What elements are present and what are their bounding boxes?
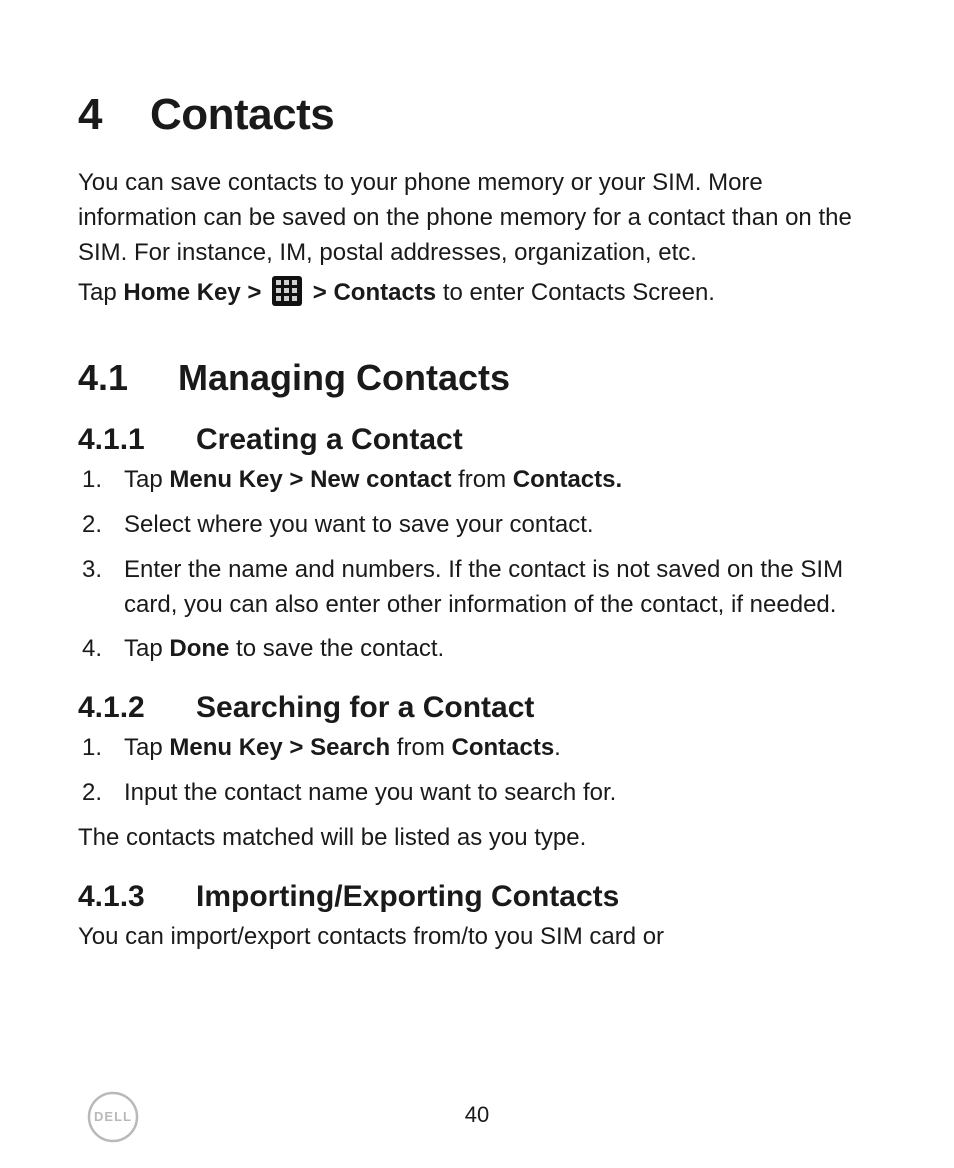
steps-4-1-2: Tap Menu Key > Search from Contacts. Inpu… xyxy=(78,731,876,811)
list-item: Tap Done to save the contact. xyxy=(78,632,876,667)
page-number: 40 xyxy=(0,1102,954,1128)
list-item: Enter the name and numbers. If the conta… xyxy=(78,553,876,623)
tap-mid: > xyxy=(306,279,333,306)
dell-logo-icon: DELL xyxy=(86,1090,140,1149)
text-run: Menu Key > Search xyxy=(169,734,390,761)
subsection-4-1-3-title: Importing/Exporting Contacts xyxy=(196,880,619,913)
subsection-4-1-2-number: 4.1.2 xyxy=(78,691,196,725)
svg-text:DELL: DELL xyxy=(94,1109,132,1124)
steps-4-1-1: Tap Menu Key > New contact from Contacts… xyxy=(78,463,876,667)
text-run: Contacts xyxy=(451,734,554,761)
home-key-label: Home Key > xyxy=(123,279,268,306)
section-4-1-number: 4.1 xyxy=(78,357,178,399)
list-item: Tap Menu Key > New contact from Contacts… xyxy=(78,463,876,498)
paragraph-4-1-3: You can import/export contacts from/to y… xyxy=(78,920,876,955)
list-item: Select where you want to save your conta… xyxy=(78,508,876,543)
subsection-4-1-3-number: 4.1.3 xyxy=(78,880,196,914)
subsection-4-1-3-heading: 4.1.3Importing/Exporting Contacts xyxy=(78,880,876,914)
tap-instruction: Tap Home Key > > Contacts to enter Conta… xyxy=(78,276,876,317)
text-run: Contacts. xyxy=(513,466,622,493)
text-run: Done xyxy=(169,635,229,662)
chapter-title: Contacts xyxy=(150,90,334,139)
section-4-1-title: Managing Contacts xyxy=(178,357,510,398)
text-run: . xyxy=(554,734,561,761)
text-run: Tap xyxy=(124,466,169,493)
list-item: Tap Menu Key > Search from Contacts. xyxy=(78,731,876,766)
subsection-4-1-2-heading: 4.1.2Searching for a Contact xyxy=(78,691,876,725)
after-paragraph-4-1-2: The contacts matched will be listed as y… xyxy=(78,821,876,856)
text-run: to save the contact. xyxy=(229,635,444,662)
text-run: Select where you want to save your conta… xyxy=(124,511,594,538)
subsection-4-1-1-number: 4.1.1 xyxy=(78,423,196,457)
text-run: Input the contact name you want to searc… xyxy=(124,779,616,806)
subsection-4-1-2-title: Searching for a Contact xyxy=(196,691,534,724)
subsection-4-1-1-title: Creating a Contact xyxy=(196,423,463,456)
contacts-label: Contacts xyxy=(333,279,436,306)
page-footer: 40 DELL xyxy=(0,1090,954,1150)
chapter-number: 4 xyxy=(78,90,150,140)
tap-suffix: to enter Contacts Screen. xyxy=(436,279,715,306)
tap-prefix: Tap xyxy=(78,279,123,306)
text-run: Menu Key > New contact xyxy=(169,466,451,493)
apps-grid-icon xyxy=(272,276,302,317)
text-run: Tap xyxy=(124,635,169,662)
chapter-heading: 4Contacts xyxy=(78,90,876,140)
list-item: Input the contact name you want to searc… xyxy=(78,776,876,811)
subsection-4-1-1-heading: 4.1.1Creating a Contact xyxy=(78,423,876,457)
intro-paragraph: You can save contacts to your phone memo… xyxy=(78,166,876,270)
text-run: from xyxy=(451,466,512,493)
text-run: Enter the name and numbers. If the conta… xyxy=(124,556,843,618)
section-4-1-heading: 4.1Managing Contacts xyxy=(78,357,876,399)
page-content: 4Contacts You can save contacts to your … xyxy=(0,0,954,1168)
text-run: Tap xyxy=(124,734,169,761)
text-run: from xyxy=(390,734,451,761)
